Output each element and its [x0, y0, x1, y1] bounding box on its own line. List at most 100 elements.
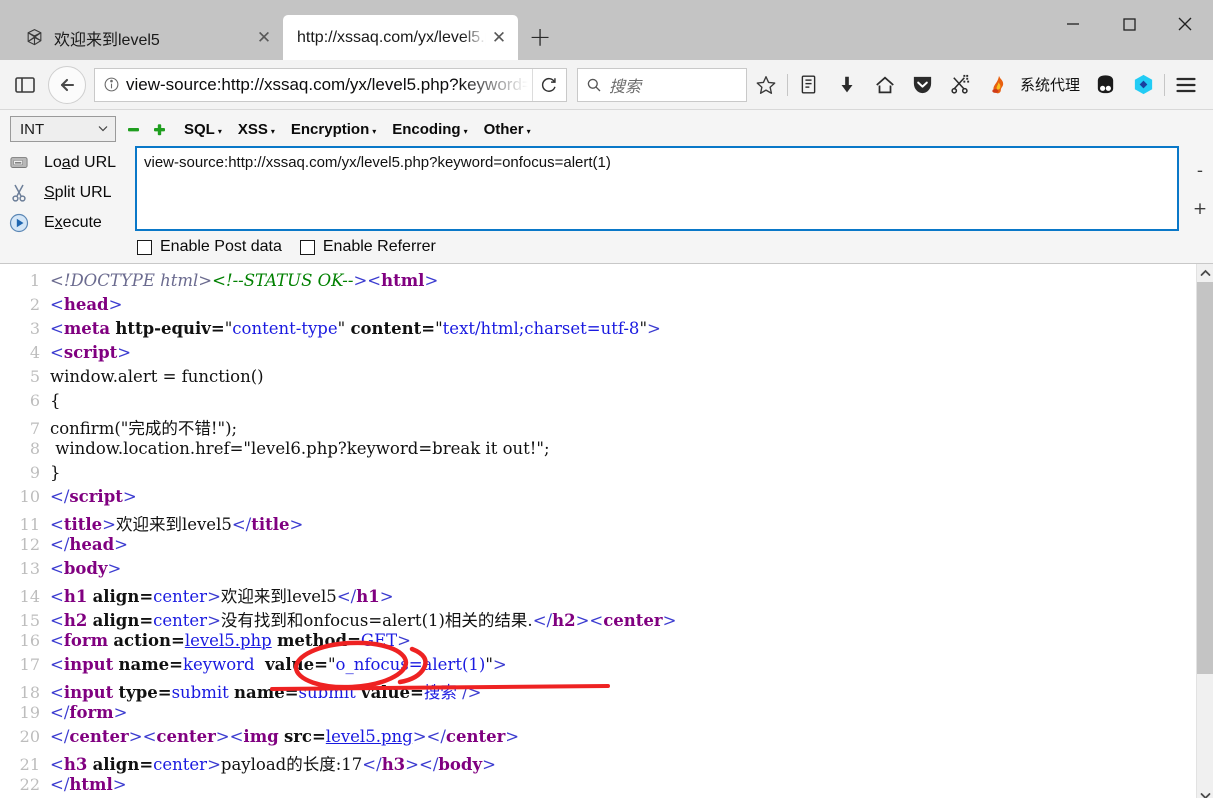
code-token-tag: h2: [63, 611, 88, 630]
source-line: 13 <body>: [0, 559, 1196, 583]
library-icon[interactable]: [790, 65, 828, 105]
hackbar-menu-row: INT SQL ▾ XSS ▾ Encryption ▾ Encoding ▾ …: [0, 116, 1213, 146]
sidebar-icon[interactable]: [8, 68, 42, 102]
plus-icon[interactable]: [150, 120, 168, 138]
hackbar-zoom-controls: - +: [1187, 146, 1213, 228]
hackbar-panel: INT SQL ▾ XSS ▾ Encryption ▾ Encoding ▾ …: [0, 110, 1213, 264]
vertical-scrollbar[interactable]: [1196, 264, 1213, 798]
code-token-attr: =: [347, 631, 361, 650]
code-token-br: <: [50, 755, 64, 774]
star-icon[interactable]: [747, 65, 785, 105]
zoom-in-button[interactable]: +: [1187, 190, 1213, 228]
search-bar[interactable]: 搜索: [576, 67, 747, 102]
checkbox-label: Enable Referrer: [322, 238, 436, 255]
code-token-tag: center: [603, 611, 663, 630]
execute-button[interactable]: Execute: [4, 208, 135, 238]
enable-post-data-checkbox[interactable]: Enable Post data: [137, 238, 282, 256]
line-code: <title>欢迎来到level5</title>: [50, 511, 1196, 535]
code-token-attr: value: [265, 655, 315, 674]
navigation-toolbar: view-source:http://xssaq.com/yx/level5.p…: [0, 60, 1213, 110]
code-token-br: >: [647, 319, 661, 338]
code-token-link[interactable]: level5.php: [185, 631, 272, 650]
home-icon[interactable]: [866, 65, 904, 105]
search-icon: [586, 77, 602, 93]
code-token-link[interactable]: level5.png: [326, 727, 413, 746]
line-code: <meta http-equiv="content-type" content=…: [50, 319, 1196, 338]
code-token-attr: align: [92, 755, 140, 774]
line-code: </head>: [50, 535, 1196, 554]
browser-tab-0[interactable]: 欢迎来到level5 ✕: [0, 15, 283, 60]
line-code: confirm("完成的不错!");: [50, 415, 1196, 439]
code-token-attr: =: [169, 655, 183, 674]
line-code: <input name=keyword value="o_nfocus=aler…: [50, 655, 1196, 674]
code-token-txt: 欢迎来到level5: [115, 515, 232, 534]
url-input[interactable]: view-source:http://xssaq.com/yx/level5.p…: [126, 75, 532, 95]
hackbar-type-select[interactable]: INT: [10, 116, 116, 142]
hackbar-input-area: view-source:http://xssaq.com/yx/level5.p…: [135, 146, 1187, 263]
code-token-tag: h2: [552, 611, 576, 630]
code-token-q: ": [485, 655, 493, 674]
back-button[interactable]: [48, 65, 86, 104]
source-line: 14 <h1 align=center>欢迎来到level5</h1>: [0, 583, 1196, 607]
line-code: <input type=submit name=submit value=搜索 …: [50, 679, 1196, 703]
maximize-button[interactable]: [1101, 0, 1157, 48]
tab-close-icon[interactable]: ✕: [486, 25, 512, 51]
hackbar-menu-other[interactable]: Other ▾: [484, 121, 531, 138]
line-number: 10: [19, 487, 40, 506]
code-token-br: </: [231, 515, 252, 534]
line-number: 15: [19, 611, 40, 630]
minimize-button[interactable]: [1045, 0, 1101, 48]
toolbar-divider: [786, 73, 788, 96]
menu-label: XSS: [237, 120, 268, 138]
url-bar[interactable]: view-source:http://xssaq.com/yx/level5.p…: [94, 67, 567, 102]
source-line: 12 </head>: [0, 535, 1196, 559]
hamburger-menu-icon[interactable]: [1167, 65, 1205, 105]
line-number: 22: [19, 775, 40, 794]
code-token-br: >: [117, 343, 132, 362]
enable-referrer-checkbox[interactable]: Enable Referrer: [299, 238, 436, 256]
close-button[interactable]: [1157, 0, 1213, 48]
new-tab-button[interactable]: +: [518, 15, 562, 60]
downloads-icon[interactable]: [828, 65, 866, 105]
code-token-br: >: [207, 611, 221, 630]
hackbar-menu-xss[interactable]: XSS ▾: [238, 121, 275, 138]
scroll-down-arrow-icon[interactable]: [1197, 787, 1213, 798]
code-token-br: </: [419, 755, 439, 774]
split-url-button[interactable]: Split URL: [4, 178, 135, 208]
tab-close-icon[interactable]: ✕: [251, 25, 277, 51]
adblock-icon[interactable]: [1086, 65, 1124, 105]
checkbox-box[interactable]: [299, 239, 315, 255]
code-token-br: <: [367, 271, 382, 290]
load-url-button[interactable]: Load URL: [4, 148, 135, 178]
reload-icon[interactable]: [531, 68, 566, 101]
extension-hex-icon[interactable]: [1124, 65, 1162, 105]
minus-icon[interactable]: [124, 120, 142, 138]
code-token-br: </: [532, 611, 553, 630]
code-token-br: <: [50, 655, 64, 674]
code-token-attr: content: [350, 319, 422, 338]
code-token-cmt: <!--STATUS OK--: [212, 271, 354, 290]
search-input[interactable]: 搜索: [609, 73, 641, 97]
scrollbar-thumb[interactable]: [1197, 282, 1213, 674]
hackbar-menu-sql[interactable]: SQL ▾: [184, 121, 222, 138]
scissors-icon[interactable]: [942, 65, 980, 105]
hackbar-url-textarea[interactable]: view-source:http://xssaq.com/yx/level5.p…: [135, 146, 1179, 231]
checkbox-box[interactable]: [137, 239, 152, 255]
pocket-icon[interactable]: [904, 65, 942, 105]
code-token-doc: <!DOCTYPE html>: [50, 271, 213, 290]
code-token-br: </: [362, 755, 382, 774]
code-token-br: </: [426, 727, 446, 746]
firebug-icon[interactable]: [980, 65, 1018, 105]
browser-tab-1[interactable]: http://xssaq.com/yx/level5.php ✕: [283, 15, 518, 60]
scroll-up-arrow-icon[interactable]: [1197, 264, 1213, 282]
hackbar-menu-encoding[interactable]: Encoding ▾: [392, 121, 467, 138]
hackbar-menu-encryption[interactable]: Encryption ▾: [291, 121, 376, 138]
code-token-br: >: [353, 271, 368, 290]
proxy-status-label[interactable]: 系统代理: [1020, 74, 1080, 95]
zoom-out-button[interactable]: -: [1187, 152, 1213, 190]
code-token-q: ": [435, 319, 443, 338]
source-line: 10 </script>: [0, 487, 1196, 511]
source-line: 20 </center><center><img src=level5.png><…: [0, 727, 1196, 751]
page-info-icon[interactable]: [103, 76, 120, 93]
line-code: <head>: [50, 295, 1196, 314]
